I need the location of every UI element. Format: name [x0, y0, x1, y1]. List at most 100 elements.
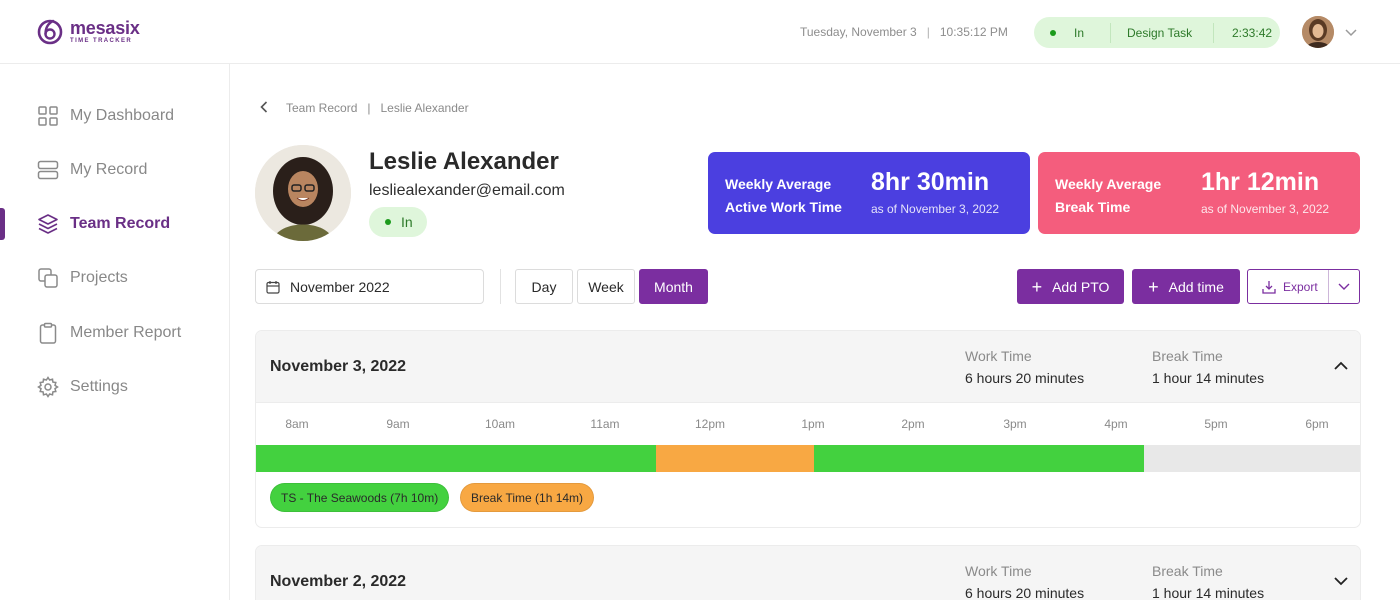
break-time-metric: Break Time 1 hour 14 minutes: [1152, 348, 1264, 386]
hour-label: 2pm: [901, 417, 925, 431]
grid-icon: [38, 106, 58, 126]
timeline-bar: [256, 445, 1360, 472]
work-time-label: Work Time: [965, 563, 1032, 579]
hour-label: 5pm: [1204, 417, 1228, 431]
sidebar-item-projects[interactable]: Projects: [0, 258, 229, 298]
active-work-time-asof: as of November 3, 2022: [871, 202, 1000, 216]
breadcrumb: Team Record | Leslie Alexander: [260, 100, 469, 116]
active-card-label-2: Active Work Time: [725, 199, 842, 215]
view-week-button[interactable]: Week: [577, 269, 635, 304]
work-time-label: Work Time: [965, 348, 1032, 364]
sidebar-item-settings[interactable]: Settings: [0, 367, 229, 407]
status-dot-icon: [385, 219, 391, 225]
export-label: Export: [1283, 279, 1318, 294]
hour-label: 3pm: [1003, 417, 1027, 431]
month-picker-value: November 2022: [290, 278, 390, 295]
brand-subtitle: TIME TRACKER: [70, 37, 133, 44]
profile-name: Leslie Alexander: [369, 148, 559, 175]
chevron-up-icon[interactable]: [1332, 357, 1350, 375]
work-time-value: 6 hours 20 minutes: [965, 370, 1085, 386]
break-time-value: 1hr 12min: [1201, 168, 1320, 196]
top-bar: mesasix TIME TRACKER Tuesday, November 3…: [0, 0, 1400, 64]
add-time-label: Add time: [1168, 278, 1224, 295]
work-segment[interactable]: [814, 445, 1144, 472]
day-record-date: November 2, 2022: [270, 573, 407, 590]
hour-label: 1pm: [801, 417, 825, 431]
add-pto-label: Add PTO: [1052, 278, 1110, 295]
break-time-value: 1 hour 14 minutes: [1152, 370, 1265, 386]
active-work-time-value: 8hr 30min: [871, 168, 990, 196]
sidebar-item-label: Projects: [70, 269, 128, 286]
export-options-toggle[interactable]: [1329, 283, 1359, 291]
sidebar: My Dashboard My Record Team Record Proje…: [0, 64, 230, 600]
active-card-label-1: Weekly Average: [725, 176, 832, 192]
break-chip[interactable]: Break Time (1h 14m): [460, 483, 595, 512]
sidebar-item-label: My Dashboard: [70, 107, 175, 124]
break-time-metric: Break Time 1 hour 14 minutes: [1152, 563, 1264, 600]
current-datetime: Tuesday, November 3 | 10:35:12 PM: [800, 25, 1008, 39]
current-task: Design Task: [1127, 25, 1193, 40]
layers-icon: [38, 214, 58, 234]
break-time-value: 1 hour 14 minutes: [1152, 585, 1265, 600]
hour-label: 9am: [386, 417, 410, 431]
user-avatar[interactable]: [1302, 16, 1334, 48]
clock-status: In: [1074, 25, 1085, 40]
breadcrumb-current: Leslie Alexander: [380, 101, 469, 115]
export-button-group: Export: [1247, 269, 1360, 304]
chevron-down-icon[interactable]: [1332, 572, 1350, 590]
month-picker[interactable]: November 2022: [255, 269, 484, 304]
copy-icon: [38, 268, 58, 288]
view-month-button[interactable]: Month: [639, 269, 708, 304]
sidebar-item-label: Team Record: [70, 215, 171, 232]
profile-status-badge: In: [369, 207, 427, 237]
chevron-down-icon[interactable]: [1345, 26, 1357, 40]
download-icon: [1262, 280, 1276, 294]
profile-email: lesliealexander@email.com: [369, 182, 565, 199]
hour-label: 4pm: [1104, 417, 1128, 431]
add-time-button[interactable]: + Add time: [1132, 269, 1240, 304]
hour-label: 11am: [590, 417, 620, 431]
sidebar-item-member-report[interactable]: Member Report: [0, 313, 229, 353]
current-date: Tuesday, November 3: [800, 25, 917, 39]
hour-label: 6pm: [1305, 417, 1329, 431]
break-segment[interactable]: [656, 445, 814, 472]
breadcrumb-separator: |: [367, 101, 371, 115]
controls-divider: [500, 269, 501, 304]
gear-icon: [37, 376, 59, 398]
server-icon: [37, 160, 59, 180]
timeline-legend: TS - The Seawoods (7h 10m) Break Time (1…: [256, 472, 1360, 527]
break-time-label: Break Time: [1152, 348, 1223, 364]
user-avatar-photo: [1302, 16, 1334, 48]
active-work-time-card: Weekly Average Active Work Time 8hr 30mi…: [708, 152, 1030, 234]
sidebar-item-team-record[interactable]: Team Record: [0, 204, 229, 244]
sidebar-item-label: My Record: [70, 161, 148, 178]
export-button[interactable]: Export: [1248, 270, 1329, 303]
task-timer: 2:33:42: [1232, 25, 1273, 40]
break-card-label-2: Break Time: [1055, 199, 1131, 215]
day-record-header: November 2, 2022 Work Time 6 hours 20 mi…: [256, 546, 1360, 600]
work-time-metric: Work Time 6 hours 20 minutes: [965, 348, 1084, 386]
plus-icon: +: [1148, 276, 1159, 297]
clock-status-pill[interactable]: In Design Task 2:33:42: [1034, 17, 1280, 48]
datetime-separator: |: [926, 25, 930, 39]
sidebar-item-my-dashboard[interactable]: My Dashboard: [0, 96, 229, 136]
status-dot-icon: [1050, 29, 1056, 36]
day-record-date: November 3, 2022: [270, 358, 407, 375]
project-chip[interactable]: TS - The Seawoods (7h 10m): [270, 483, 450, 512]
view-day-button[interactable]: Day: [515, 269, 573, 304]
sidebar-item-my-record[interactable]: My Record: [0, 150, 229, 190]
back-chevron-icon[interactable]: [260, 100, 268, 116]
timeline-hours: 8am 9am 10am 11am 12pm 1pm 2pm 3pm 4pm 5…: [256, 402, 1360, 445]
day-record-panel: November 3, 2022 Work Time 6 hours 20 mi…: [255, 330, 1361, 528]
hour-label: 10am: [484, 417, 516, 431]
calendar-icon: [266, 280, 280, 294]
work-segment[interactable]: [256, 445, 656, 472]
break-time-label: Break Time: [1152, 563, 1223, 579]
current-time: 10:35:12 PM: [939, 25, 1008, 39]
add-pto-button[interactable]: + Add PTO: [1017, 269, 1124, 304]
breadcrumb-parent[interactable]: Team Record: [286, 101, 357, 115]
logo-icon: [37, 19, 63, 45]
break-card-label-1: Weekly Average: [1055, 176, 1162, 192]
work-time-value: 6 hours 20 minutes: [965, 585, 1085, 600]
brand-logo[interactable]: mesasix TIME TRACKER: [36, 17, 140, 45]
